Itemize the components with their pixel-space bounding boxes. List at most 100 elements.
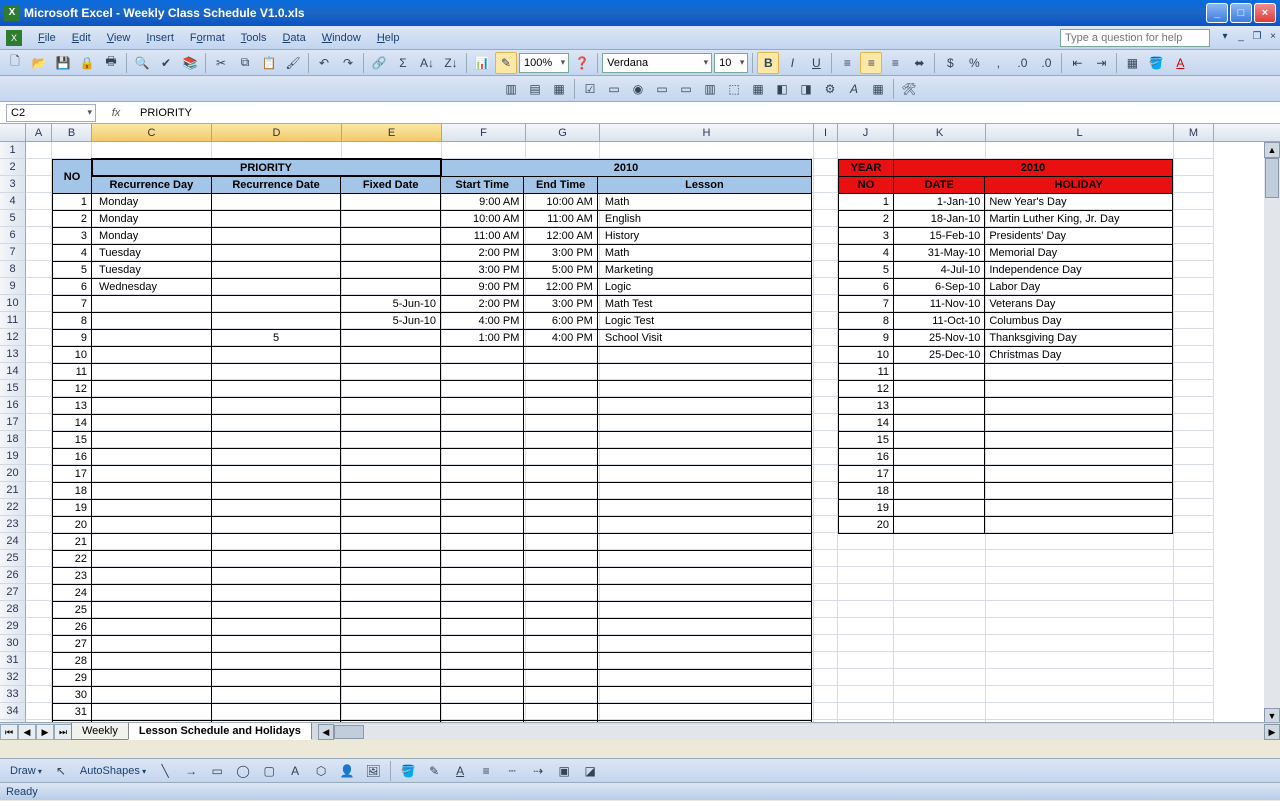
row-header[interactable]: 18 <box>0 431 26 448</box>
italic-icon[interactable]: I <box>781 52 803 74</box>
scroll-right-icon[interactable]: ▶ <box>1264 724 1280 740</box>
row-header[interactable]: 15 <box>0 380 26 397</box>
cell[interactable] <box>894 686 986 703</box>
cell[interactable] <box>1174 448 1214 465</box>
cell[interactable] <box>1174 159 1214 176</box>
row-header[interactable]: 22 <box>0 499 26 516</box>
tb2-icon-17[interactable]: 🛠 <box>898 78 920 100</box>
menu-edit[interactable]: Edit <box>64 29 99 47</box>
row-header[interactable]: 19 <box>0 448 26 465</box>
table-row[interactable]: 11-Jan-10New Year's Day <box>839 194 1173 211</box>
maximize-button[interactable]: □ <box>1230 3 1252 23</box>
table-row[interactable]: 3 Monday11:00 AM12:00 AM History <box>53 228 812 245</box>
cell[interactable] <box>814 550 838 567</box>
cell[interactable] <box>26 295 52 312</box>
draw-menu[interactable]: Draw <box>6 765 46 777</box>
row-header[interactable]: 3 <box>0 176 26 193</box>
table-row[interactable]: 28 <box>53 653 812 670</box>
table-row[interactable]: 25 <box>53 602 812 619</box>
menu-window[interactable]: Window <box>314 29 369 47</box>
print-preview-icon[interactable]: 🔍 <box>131 52 153 74</box>
decrease-decimal-icon[interactable]: .0 <box>1035 52 1057 74</box>
cell[interactable] <box>26 397 52 414</box>
table-row[interactable]: 11 <box>53 364 812 381</box>
table-row[interactable]: 13 <box>53 398 812 415</box>
cell[interactable] <box>26 244 52 261</box>
paste-icon[interactable]: 📋 <box>258 52 280 74</box>
cell[interactable] <box>26 414 52 431</box>
redo-icon[interactable]: ↷ <box>337 52 359 74</box>
picture-icon[interactable]: 🖼 <box>362 760 384 782</box>
print-icon[interactable]: 🖶 <box>100 52 122 74</box>
row-header[interactable]: 11 <box>0 312 26 329</box>
row-header[interactable]: 14 <box>0 363 26 380</box>
cell[interactable] <box>986 567 1174 584</box>
cell[interactable] <box>26 618 52 635</box>
cell[interactable] <box>894 601 986 618</box>
cell[interactable] <box>986 635 1174 652</box>
row-header[interactable]: 13 <box>0 346 26 363</box>
table-row[interactable]: 66-Sep-10Labor Day <box>839 279 1173 296</box>
cell[interactable] <box>838 142 894 159</box>
cell[interactable] <box>814 142 838 159</box>
cell[interactable] <box>1174 176 1214 193</box>
cell[interactable] <box>894 533 986 550</box>
menu-view[interactable]: View <box>99 29 139 47</box>
decrease-indent-icon[interactable]: ⇤ <box>1066 52 1088 74</box>
cell[interactable] <box>92 142 212 159</box>
cell[interactable] <box>986 669 1174 686</box>
tb2-icon-5[interactable]: ▭ <box>603 78 625 100</box>
textbox-icon[interactable]: ▢ <box>258 760 280 782</box>
currency-icon[interactable]: $ <box>939 52 961 74</box>
cell[interactable] <box>1174 482 1214 499</box>
cell[interactable] <box>26 550 52 567</box>
doc-minimize-button[interactable]: _ <box>1234 31 1248 45</box>
cell[interactable] <box>26 210 52 227</box>
hscroll-thumb[interactable] <box>334 725 364 739</box>
cell[interactable] <box>1174 278 1214 295</box>
spelling-icon[interactable]: ✔ <box>155 52 177 74</box>
tb2-icon-12[interactable]: ◧ <box>771 78 793 100</box>
table-row[interactable]: 13 <box>839 398 1173 415</box>
vscroll-thumb[interactable] <box>1265 158 1279 198</box>
cell[interactable] <box>838 533 894 550</box>
cell[interactable] <box>26 159 52 176</box>
table-row[interactable]: 19 <box>839 500 1173 517</box>
table-row[interactable]: 16 <box>839 449 1173 466</box>
cell[interactable] <box>1174 295 1214 312</box>
priority-table[interactable]: NOPRIORITY2010Recurrence DayRecurrence D… <box>52 159 812 724</box>
borders-icon[interactable]: ▦ <box>1121 52 1143 74</box>
cell[interactable] <box>26 635 52 652</box>
cell[interactable] <box>1174 227 1214 244</box>
table-row[interactable]: 431-May-10Memorial Day <box>839 245 1173 262</box>
row-header[interactable]: 27 <box>0 584 26 601</box>
col-header-D[interactable]: D <box>212 124 342 141</box>
cell[interactable] <box>26 380 52 397</box>
new-icon[interactable]: 🗋 <box>4 52 26 74</box>
cell[interactable] <box>894 567 986 584</box>
cell[interactable] <box>1174 193 1214 210</box>
wordart-icon[interactable]: A <box>284 760 306 782</box>
tb2-icon-11[interactable]: ▦ <box>747 78 769 100</box>
cell[interactable] <box>26 142 52 159</box>
cell[interactable] <box>600 142 814 159</box>
scroll-left-icon[interactable]: ◀ <box>318 724 334 740</box>
table-row[interactable]: 10 <box>53 347 812 364</box>
bold-icon[interactable]: B <box>757 52 779 74</box>
line-color-icon[interactable]: ✎ <box>423 760 445 782</box>
cell[interactable] <box>1174 380 1214 397</box>
row-header[interactable]: 12 <box>0 329 26 346</box>
cell[interactable] <box>814 380 838 397</box>
cell[interactable] <box>1174 533 1214 550</box>
cell[interactable] <box>814 703 838 720</box>
tb2-icon-6[interactable]: ◉ <box>627 78 649 100</box>
col-header-K[interactable]: K <box>894 124 986 141</box>
tb2-icon-16[interactable]: ▦ <box>867 78 889 100</box>
close-button[interactable]: × <box>1254 3 1276 23</box>
save-icon[interactable]: 💾 <box>52 52 74 74</box>
cell[interactable] <box>986 601 1174 618</box>
row-header[interactable]: 25 <box>0 550 26 567</box>
table-row[interactable]: 23 <box>53 568 812 585</box>
cell[interactable] <box>1174 397 1214 414</box>
cell[interactable] <box>814 312 838 329</box>
